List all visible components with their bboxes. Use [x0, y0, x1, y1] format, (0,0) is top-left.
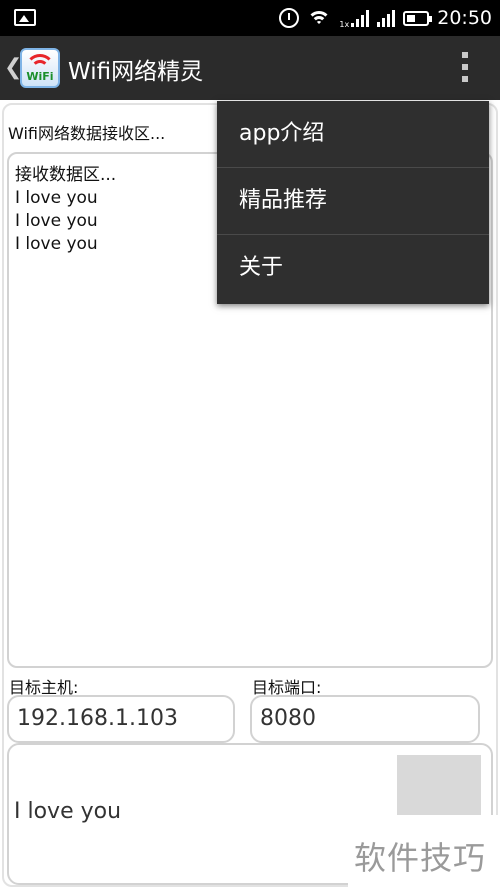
overflow-menu: app介绍 精品推荐 关于 — [217, 101, 489, 304]
status-icons: 1x 20:50 — [279, 0, 492, 36]
menu-item-recommend[interactable]: 精品推荐 — [217, 168, 489, 235]
status-time: 20:50 — [437, 7, 492, 29]
menu-item-app-intro[interactable]: app介绍 — [217, 101, 489, 168]
wifi-icon — [307, 9, 332, 27]
target-port-input[interactable]: 8080 — [250, 695, 480, 743]
status-bar: 1x 20:50 — [0, 0, 500, 36]
signal-icon — [351, 9, 370, 27]
app-logo-text: WiFi — [26, 70, 54, 83]
app-title: Wifi网络精灵 — [68, 59, 204, 85]
watermark-text: 软件技巧 — [354, 839, 487, 877]
watermark: 软件技巧 — [348, 815, 500, 889]
menu-item-about[interactable]: 关于 — [217, 235, 489, 302]
receive-caption: Wifi网络数据接收区... — [8, 124, 166, 143]
action-bar: ❮ WiFi Wifi网络精灵 — [0, 36, 500, 100]
signal-icon — [377, 9, 396, 27]
network-type-label: 1x — [339, 20, 350, 29]
send-message-text: I love you — [14, 799, 122, 824]
gallery-icon — [14, 9, 36, 26]
battery-icon — [403, 10, 433, 26]
target-host-input[interactable]: 192.168.1.103 — [7, 695, 235, 743]
alarm-icon — [279, 8, 300, 28]
app-screen: 1x 20:50 ❮ WiFi Wifi网络精灵 Wifi网络数据接收区... … — [0, 0, 500, 889]
overflow-menu-icon[interactable] — [462, 52, 470, 82]
app-logo-icon[interactable]: WiFi — [20, 48, 60, 88]
